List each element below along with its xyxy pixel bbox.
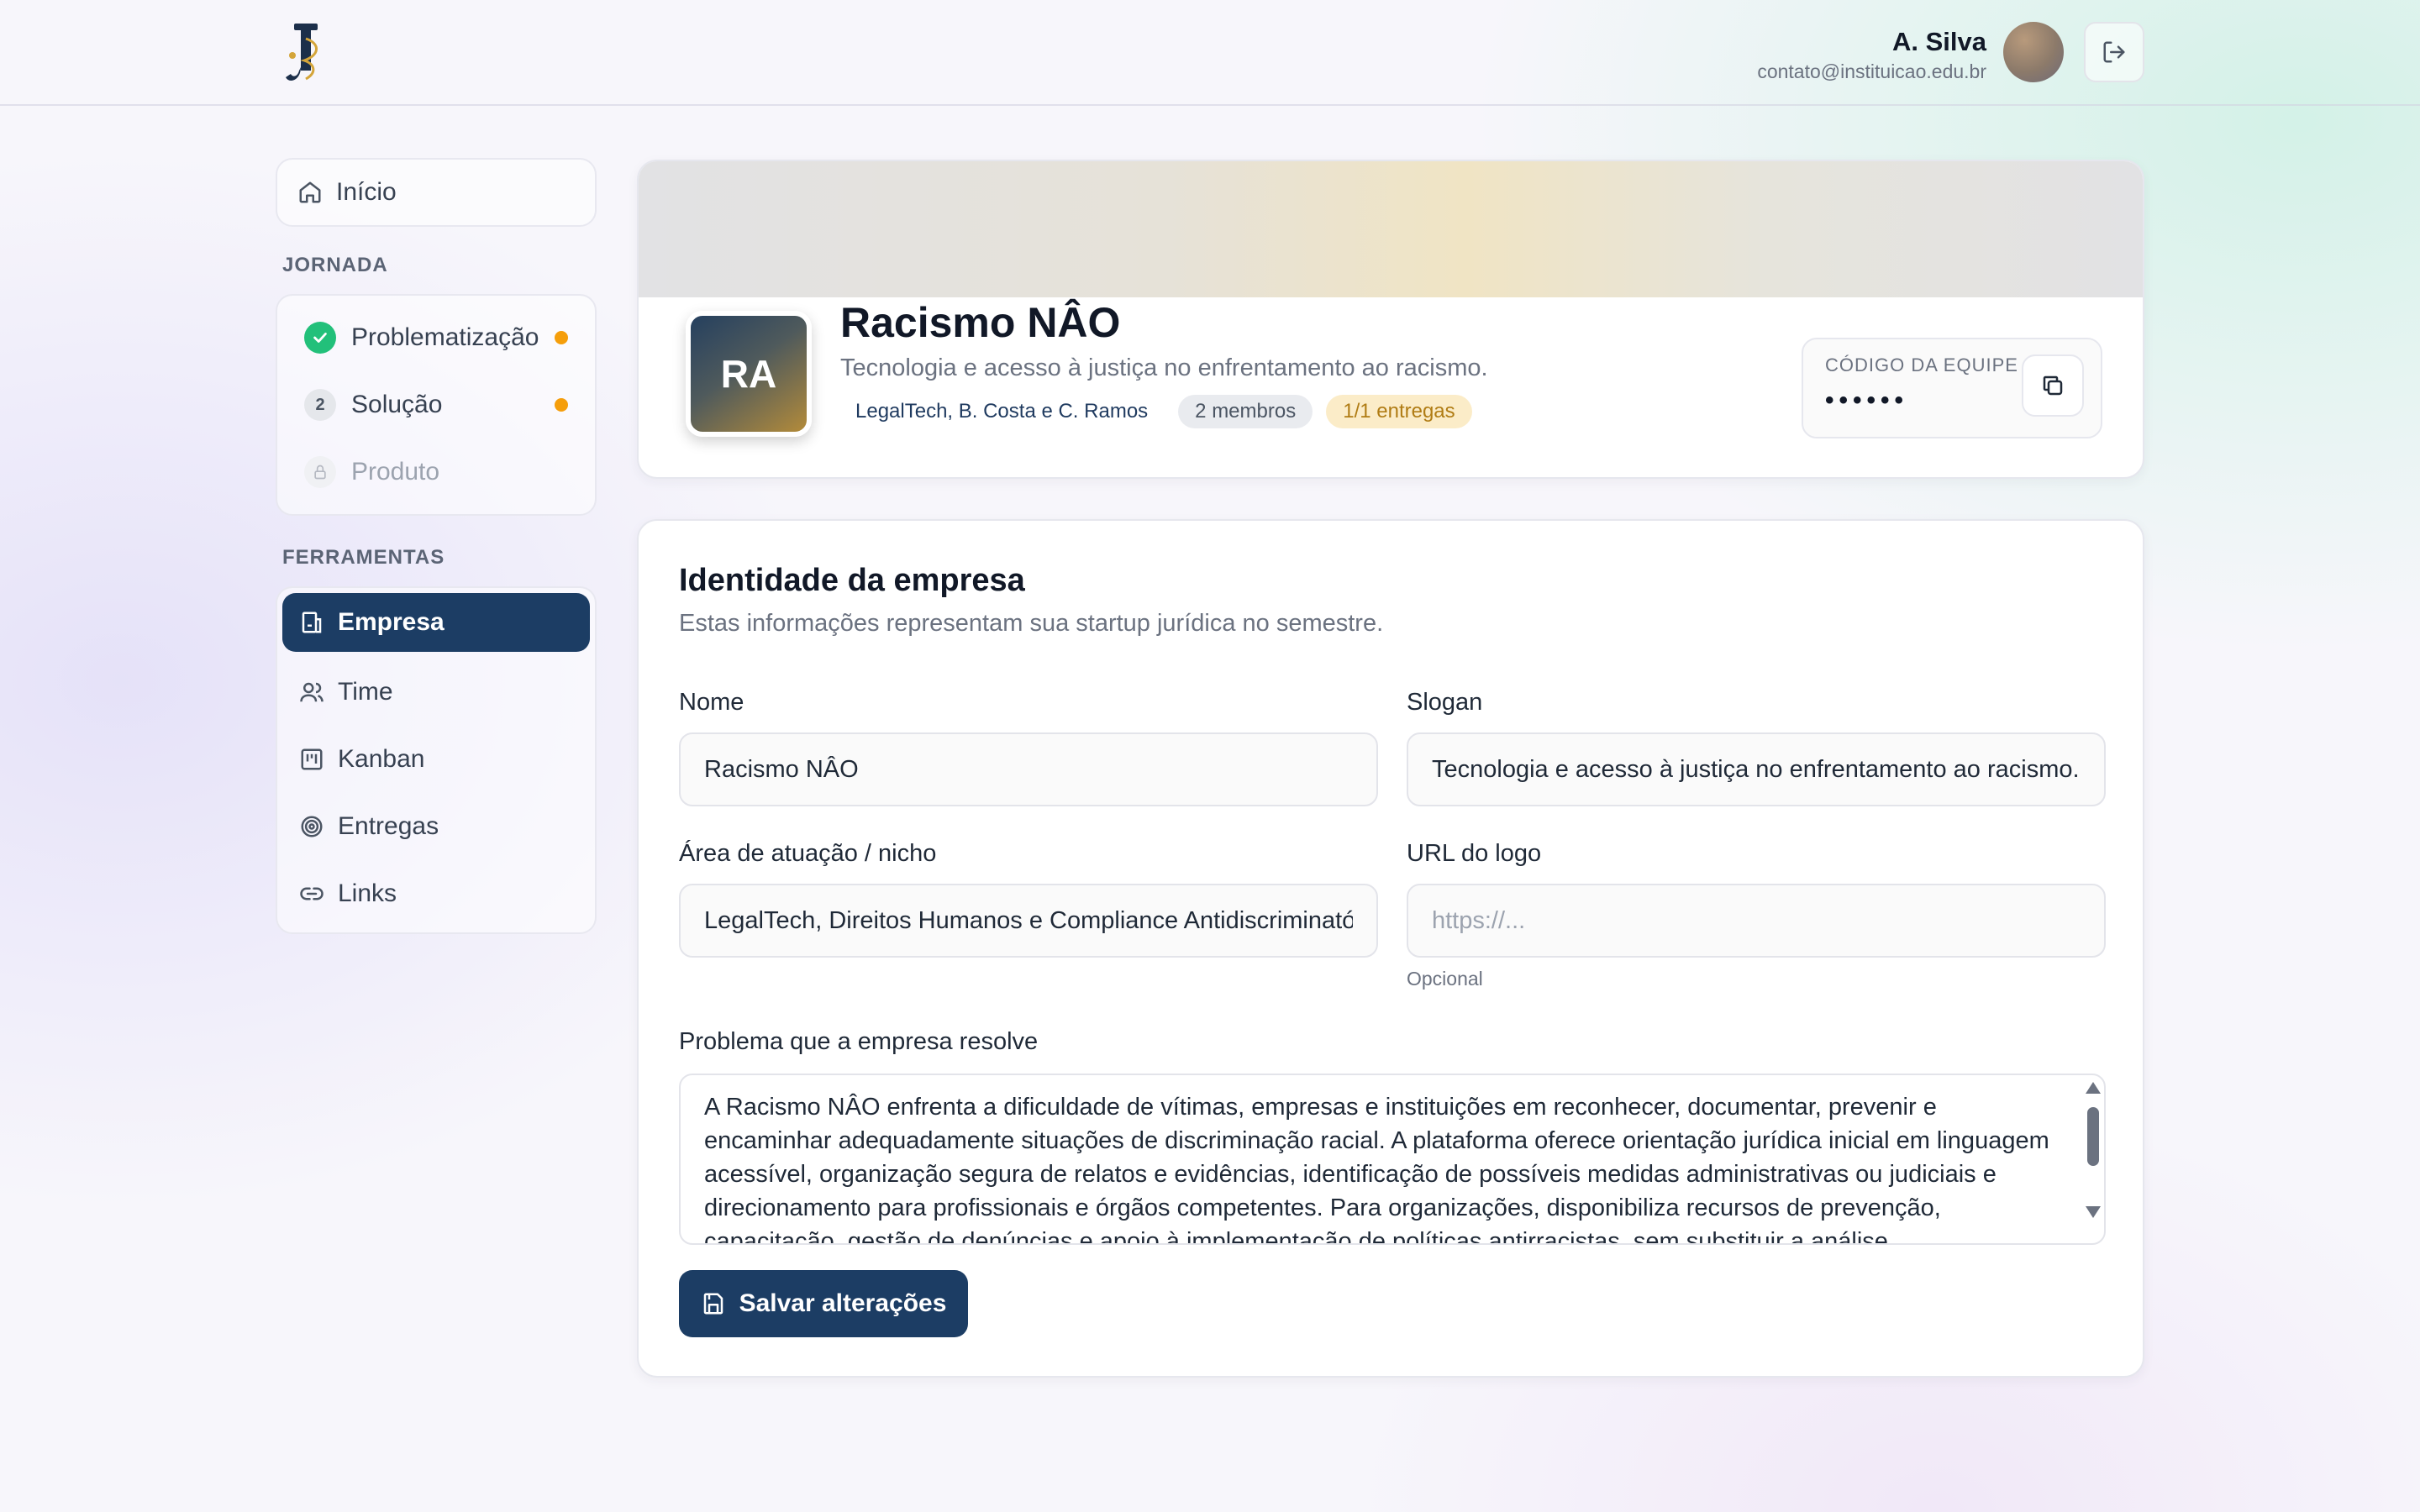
company-badges: LegalTech, B. Costa e C. Ramos 2 membros… [840, 395, 1472, 428]
members-badge: 2 membros [1178, 395, 1313, 428]
journey-item-produto: Produto [277, 438, 595, 506]
scroll-down-arrow-icon[interactable] [2086, 1206, 2101, 1218]
journey-item-label: Solução [351, 391, 443, 418]
company-header-card: RA Racismo NÂO Tecnologia e acesso à jus… [637, 160, 2144, 479]
sidebar-item-empresa[interactable]: Empresa [282, 593, 590, 652]
logo-url-field[interactable] [1407, 884, 2106, 958]
tools-list: Empresa Time Kanban Entregas Links [276, 586, 597, 934]
company-banner [639, 161, 2143, 297]
journey-item-solucao[interactable]: 2 Solução [277, 371, 595, 438]
company-name: Racismo NÂO [840, 299, 1121, 346]
step-number-badge: 2 [304, 389, 336, 421]
tools-title: FERRAMENTAS [282, 546, 445, 569]
sidebar-item-label: Time [338, 678, 393, 706]
check-circle-icon [304, 322, 336, 354]
save-button[interactable]: Salvar alterações [679, 1270, 968, 1337]
user-email: contato@instituicao.edu.br [1757, 60, 1986, 82]
problem-textarea[interactable]: A Racismo NÂO enfrenta a dificuldade de … [679, 1074, 2106, 1245]
company-logo: RA [686, 311, 812, 437]
sidebar-item-label: Entregas [338, 812, 439, 840]
lock-icon [304, 456, 336, 488]
area-field[interactable] [679, 884, 1378, 958]
pending-dot [555, 398, 568, 412]
sidebar: Início JORNADA Problematização 2 Solução [276, 158, 597, 934]
journey-title: JORNADA [282, 254, 388, 276]
tools-section: FERRAMENTAS Empresa Time Kanban Entregas… [276, 541, 597, 934]
team-code-value: •••••• [1825, 386, 1909, 414]
link-icon [300, 887, 324, 900]
area-label: Área de atuação / nicho [679, 840, 937, 867]
scroll-thumb[interactable] [2087, 1107, 2099, 1166]
journey-item-problematizacao[interactable]: Problematização [277, 304, 595, 371]
sidebar-item-links[interactable]: Links [282, 860, 590, 927]
team-code-label: CÓDIGO DA EQUIPE [1825, 354, 2018, 375]
sidebar-item-label: Kanban [338, 745, 425, 773]
logout-icon [2103, 41, 2125, 63]
journey-list: Problematização 2 Solução Produto [276, 294, 597, 516]
journey-item-label: Produto [351, 458, 440, 486]
slogan-field[interactable] [1407, 732, 2106, 806]
sidebar-item-label: Início [336, 178, 397, 206]
form-title: Identidade da empresa [679, 563, 1025, 598]
journey-item-label: Problematização [351, 323, 539, 351]
name-field[interactable] [679, 732, 1378, 806]
target-icon [301, 816, 323, 837]
pending-dot [555, 331, 568, 344]
app-logo[interactable] [281, 22, 331, 87]
sidebar-item-entregas[interactable]: Entregas [282, 793, 590, 860]
copy-code-button[interactable] [2022, 354, 2084, 417]
logo-url-label: URL do logo [1407, 840, 1542, 867]
sidebar-item-home[interactable]: Início [276, 158, 597, 227]
user-name: A. Silva [1892, 27, 1986, 56]
logout-button[interactable] [2084, 22, 2144, 82]
deliveries-badge: 1/1 entregas [1326, 395, 1472, 428]
sidebar-item-kanban[interactable]: Kanban [282, 726, 590, 793]
slogan-label: Slogan [1407, 689, 1483, 716]
form-subtitle: Estas informações representam sua startu… [679, 610, 1384, 637]
save-button-label: Salvar alterações [739, 1289, 947, 1317]
kanban-icon [301, 748, 323, 770]
company-identity-form: Identidade da empresa Estas informações … [637, 519, 2144, 1378]
users-icon [300, 682, 324, 702]
name-label: Nome [679, 689, 744, 716]
home-icon [299, 181, 321, 203]
top-bar: A. Silva contato@instituicao.edu.br [0, 0, 2420, 106]
sidebar-item-label: Links [338, 879, 397, 907]
copy-icon [2043, 375, 2063, 396]
scroll-up-arrow-icon[interactable] [2086, 1082, 2101, 1094]
problem-label: Problema que a empresa resolve [679, 1028, 1039, 1055]
textarea-scrollbar[interactable] [2086, 1082, 2101, 1238]
building-icon [302, 612, 322, 633]
team-code-box: CÓDIGO DA EQUIPE •••••• [1802, 338, 2102, 438]
avatar[interactable] [2003, 22, 2064, 82]
company-slogan: Tecnologia e acesso à justiça no enfrent… [840, 354, 1488, 381]
save-icon [703, 1293, 723, 1315]
user-info: A. Silva contato@instituicao.edu.br [1757, 25, 1986, 84]
journey-section: JORNADA Problematização 2 Solução Produt… [276, 249, 597, 516]
logo-url-hint: Opcional [1407, 968, 1483, 990]
area-badge: LegalTech, B. Costa e C. Ramos [855, 400, 1149, 423]
sidebar-item-time[interactable]: Time [282, 659, 590, 726]
sidebar-item-label: Empresa [338, 608, 445, 636]
